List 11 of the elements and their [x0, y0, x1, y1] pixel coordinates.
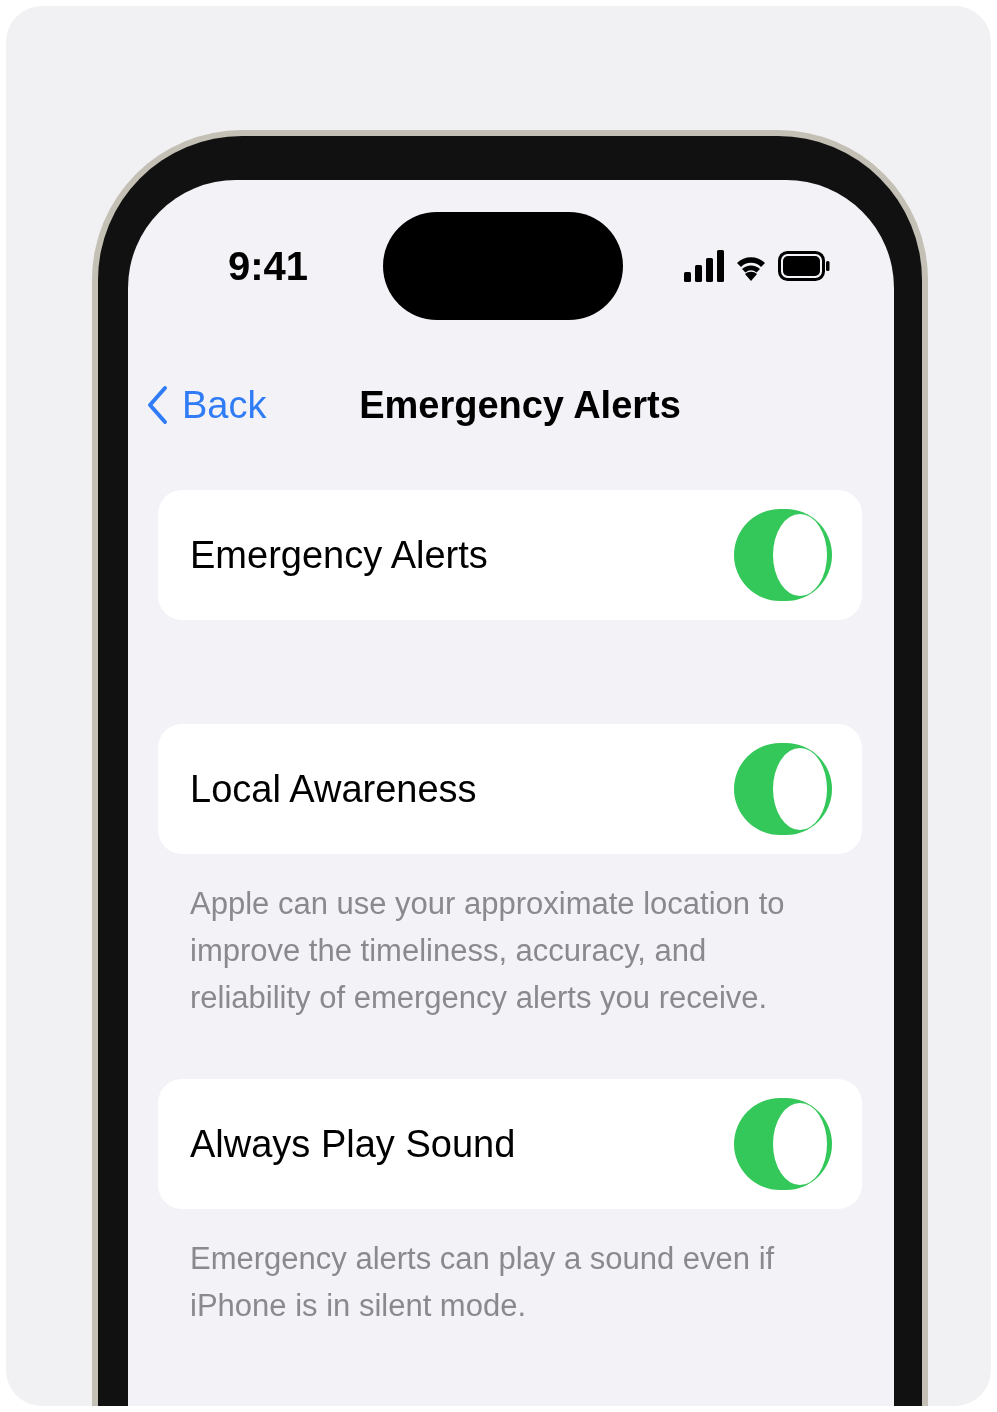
setting-label: Always Play Sound: [190, 1122, 516, 1166]
setting-description: Apple can use your approximate location to improve the timeliness, accuracy, and reliability of emergency alerts you receive.: [189, 885, 786, 1017]
page-title: Emergency Alerts: [359, 383, 681, 427]
setting-label: Local Awareness: [190, 767, 477, 811]
setting-label: Emergency Alerts: [190, 533, 488, 577]
chevron-left-icon: [146, 385, 168, 425]
signal-icon: [684, 250, 724, 282]
status-time: 9:41: [228, 243, 309, 289]
battery-icon: [778, 251, 830, 281]
setting-description: Emergency alerts can play a sound even if iPhone is in silent mode.: [189, 1240, 776, 1325]
back-button[interactable]: Back: [146, 383, 267, 427]
